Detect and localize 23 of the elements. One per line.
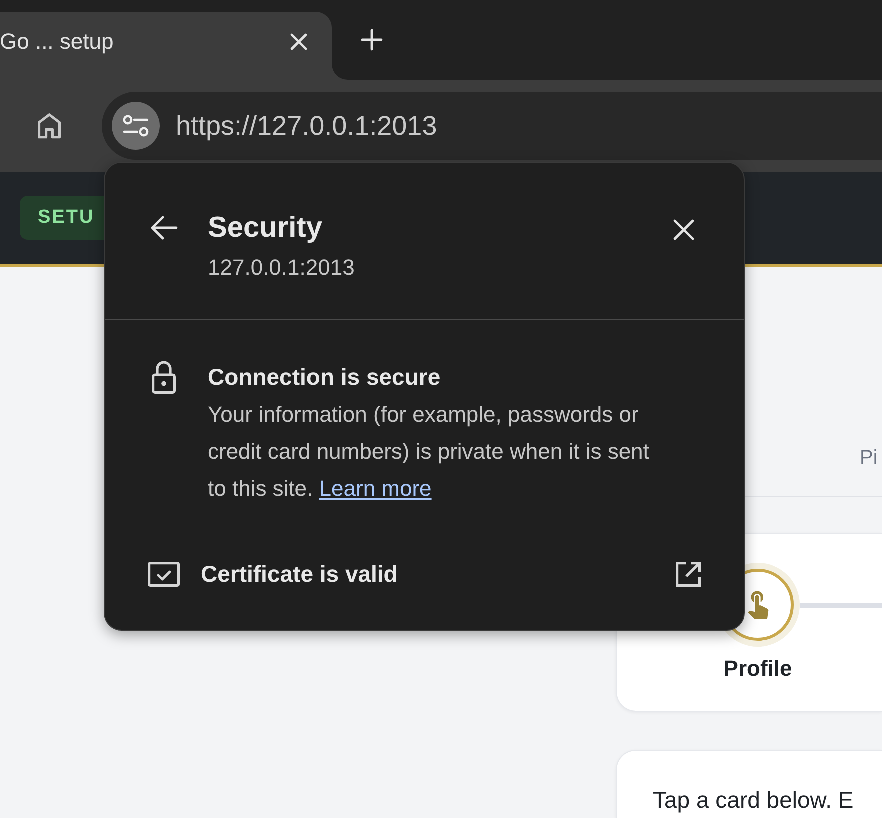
home-icon[interactable] — [38, 112, 61, 140]
popup-title: Security — [208, 211, 324, 246]
tune-icon — [123, 115, 149, 137]
lock-icon — [151, 360, 177, 394]
site-address-text: 127.0.0.1:2013 — [208, 254, 356, 282]
label-text: Pi — [860, 446, 878, 470]
instructions-text: Tap a card below. E — [653, 786, 855, 814]
external-link-icon[interactable] — [675, 560, 702, 588]
certificate-button[interactable]: Certificate is valid — [148, 554, 702, 594]
certificate-check-icon — [148, 562, 180, 586]
address-bar[interactable]: https://127.0.0.1:2013 — [102, 92, 882, 160]
connection-status-heading: Connection is secure — [208, 363, 442, 392]
close-icon[interactable] — [673, 219, 695, 241]
learn-more-link[interactable]: Learn more — [319, 476, 432, 501]
header-badge: SETU — [20, 196, 104, 240]
site-info-button[interactable] — [112, 102, 160, 150]
back-arrow-icon[interactable] — [150, 215, 178, 241]
connection-description: Your information (for example, passwords or credit card numbers) is private when it is sent to this site. Learn more — [208, 401, 650, 503]
url-text: https://127.0.0.1:2013 — [176, 110, 438, 142]
pointing-hand-icon — [748, 591, 768, 619]
tab-close-icon[interactable] — [290, 33, 308, 51]
step-label: Profile — [724, 656, 792, 682]
new-tab-plus-icon[interactable] — [361, 29, 383, 51]
